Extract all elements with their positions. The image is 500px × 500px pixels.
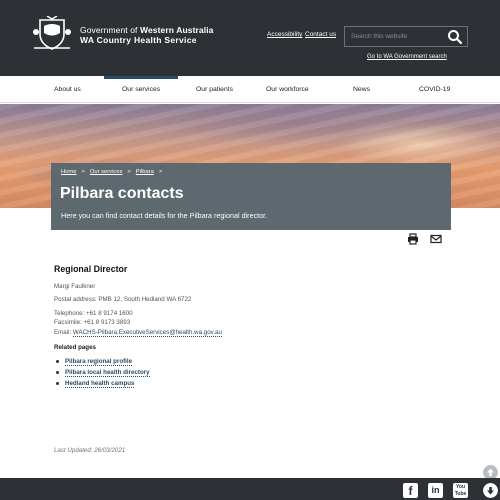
list-item: Hedland health campus [54,378,150,389]
telephone: Telephone: +61 8 9174 1600 [54,310,133,317]
related-link-health-directory[interactable]: Pilbara local health directory [65,369,150,377]
facebook-icon[interactable]: f [403,483,418,498]
site-header: Government of Western Australia WA Count… [0,0,500,76]
section-heading: Regional Director [54,264,128,274]
breadcrumb-home[interactable]: Home [61,169,76,175]
page-description: Here you can find contact details for th… [61,211,268,220]
government-label: Government of Western Australia [80,25,214,35]
site-footer [0,478,500,500]
page-title-panel: Home > Our services > Pilbara > Pilbara conta… [51,163,451,230]
print-icon[interactable] [407,233,419,245]
related-link-hedland-campus[interactable]: Hedland health campus [65,380,135,388]
last-updated: Last Updated: 26/03/2021 [54,447,126,454]
email-row: Email: WACHS-Pilbara.ExecutiveServices@h… [54,329,222,337]
breadcrumb-separator: > [81,169,85,175]
director-name: Margi Faulkner [54,283,96,290]
nav-about-us[interactable]: About us [54,76,81,103]
breadcrumb-pilbara[interactable]: Pilbara [136,169,154,175]
facsimile: Facsimile: +61 8 9173 3893 [54,319,131,326]
related-pages-list: Pilbara regional profile Pilbara local h… [54,356,150,389]
related-link-regional-profile[interactable]: Pilbara regional profile [65,358,133,366]
nav-our-services[interactable]: Our services [122,76,160,103]
scroll-down-icon[interactable] [483,483,498,498]
wa-government-search-link[interactable]: Go to WA Government search [367,54,447,60]
youtube-icon[interactable]: You Tube [453,483,468,498]
breadcrumb-separator: > [127,169,131,175]
main-navigation: About us Our services Our patients Our w… [0,76,500,103]
list-item: Pilbara local health directory [54,367,150,378]
breadcrumb-separator: > [158,169,163,175]
contact-us-link[interactable]: Contact us [305,31,336,38]
email-icon[interactable] [430,233,442,245]
search-box [344,26,468,47]
breadcrumb-our-services[interactable]: Our services [90,169,123,175]
wa-crest-logo[interactable] [32,16,72,52]
breadcrumb: Home > Our services > Pilbara > [61,169,167,175]
nav-news[interactable]: News [353,76,370,103]
linkedin-icon[interactable]: in [428,483,443,498]
nav-our-patients[interactable]: Our patients [196,76,233,103]
service-name: WA Country Health Service [80,35,197,45]
list-item: Pilbara regional profile [54,356,150,367]
related-pages-heading: Related pages [54,344,96,351]
email-label: Email: [54,329,73,336]
search-input[interactable] [351,27,445,46]
nav-our-workforce[interactable]: Our workforce [266,76,309,103]
accessibility-link[interactable]: Accessibility [267,31,302,38]
nav-covid-19[interactable]: COVID-19 [419,76,450,103]
search-icon[interactable] [447,29,463,45]
email-link[interactable]: WACHS-Pilbara.ExecutiveServices@health.w… [72,329,222,337]
page-title: Pilbara contacts [60,185,184,202]
postal-address: Postal address: PMB 12, South Hedland WA… [54,296,192,303]
